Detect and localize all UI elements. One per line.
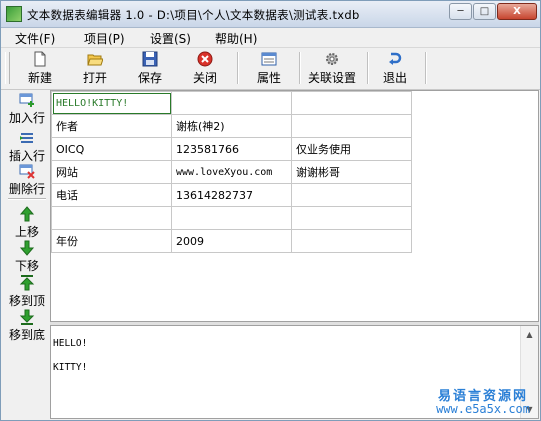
table-cell[interactable]: [171, 91, 292, 115]
insert-row-label: 插入行: [8, 149, 45, 163]
save-button[interactable]: 保存: [130, 50, 170, 86]
editor-line: KITTY!: [53, 362, 88, 373]
menu-file[interactable]: 文件(F): [15, 30, 55, 47]
move-top-button[interactable]: 移到顶: [6, 275, 48, 309]
table-cell[interactable]: HELLO!KITTY!: [51, 91, 172, 115]
arrow-up-icon: [19, 206, 35, 222]
move-up-label: 上移: [14, 225, 39, 239]
toolbar-grip[interactable]: [5, 52, 10, 84]
delete-row-label: 删除行: [8, 182, 45, 196]
window-title: 文本数据表编辑器 1.0 - D:\项目\个人\文本数据表\测试表.txdb: [27, 8, 360, 22]
move-down-button[interactable]: 下移: [6, 240, 48, 274]
exit-label: 退出: [382, 71, 407, 85]
toolbar-separator: [299, 52, 301, 84]
gear-icon: [326, 53, 338, 65]
close-file-button[interactable]: 关闭: [185, 50, 225, 86]
table-row: HELLO!KITTY!: [51, 91, 412, 115]
table-cell[interactable]: [51, 206, 172, 230]
link-settings-label: 关联设置: [307, 71, 356, 85]
exit-button[interactable]: 退出: [375, 50, 415, 86]
arrow-down-icon: [19, 240, 35, 256]
toolbar: 新建 打开 保存 关闭 属性 关联设置 退出: [1, 48, 540, 90]
close-label: 关闭: [192, 71, 217, 85]
table-cell[interactable]: [291, 114, 412, 138]
new-label: 新建: [27, 71, 52, 85]
data-table: HELLO!KITTY! 作者 谢栋(神2) OICQ 123581766 仅业…: [51, 91, 412, 253]
table-cell[interactable]: OICQ: [51, 137, 172, 161]
table-cell[interactable]: 13614282737: [171, 183, 292, 207]
table-cell[interactable]: 网站: [51, 160, 172, 184]
table-row: 作者 谢栋(神2): [51, 114, 412, 138]
table-cell[interactable]: [291, 229, 412, 253]
row-tools-sidebar: 加入行 插入行 删除行 上移 下移 移到顶 移到底: [6, 90, 48, 342]
maximize-button[interactable]: □: [473, 3, 496, 20]
save-label: 保存: [137, 71, 162, 85]
move-down-label: 下移: [14, 259, 39, 273]
link-settings-button[interactable]: 关联设置: [305, 50, 359, 86]
exit-arrow-icon: [389, 52, 402, 65]
properties-button[interactable]: 属性: [249, 50, 289, 86]
menu-settings[interactable]: 设置(S): [150, 30, 191, 47]
scroll-up-arrow-icon[interactable]: ▲: [521, 326, 538, 343]
toolbar-separator: [237, 52, 239, 84]
save-disk-icon: [142, 51, 158, 67]
close-button[interactable]: X: [497, 3, 537, 20]
move-top-label: 移到顶: [8, 294, 45, 308]
minimize-button[interactable]: ─: [449, 3, 472, 20]
add-row-icon: [19, 93, 34, 107]
table-cell[interactable]: 谢谢彬哥: [291, 160, 412, 184]
menu-bar: 文件(F) 项目(P) 设置(S) 帮助(H): [1, 28, 540, 48]
new-button[interactable]: 新建: [20, 50, 60, 86]
move-bottom-label: 移到底: [8, 328, 45, 342]
table-row: 网站 www.loveXyou.com 谢谢彬哥: [51, 160, 412, 184]
app-icon: [6, 6, 22, 22]
delete-row-icon: [19, 164, 35, 179]
menu-project[interactable]: 项目(P): [84, 30, 125, 47]
insert-row-button[interactable]: 插入行: [6, 130, 48, 164]
table-row: 年份 2009: [51, 229, 412, 253]
editor-line: HELLO!: [53, 338, 88, 349]
table-cell[interactable]: 123581766: [171, 137, 292, 161]
new-file-icon: [34, 51, 46, 67]
table-row: 电话 13614282737: [51, 183, 412, 207]
table-cell[interactable]: [291, 183, 412, 207]
open-label: 打开: [82, 71, 107, 85]
data-grid[interactable]: HELLO!KITTY! 作者 谢栋(神2) OICQ 123581766 仅业…: [50, 90, 539, 322]
table-cell[interactable]: [171, 206, 292, 230]
table-cell[interactable]: www.loveXyou.com: [171, 160, 292, 184]
table-cell[interactable]: [291, 91, 412, 115]
add-row-label: 加入行: [8, 111, 45, 125]
arrow-to-top-icon: [19, 275, 35, 291]
move-bottom-button[interactable]: 移到底: [6, 309, 48, 343]
title-bar[interactable]: 文本数据表编辑器 1.0 - D:\项目\个人\文本数据表\测试表.txdb ─…: [1, 1, 540, 28]
table-cell[interactable]: 作者: [51, 114, 172, 138]
close-circle-icon: [197, 51, 213, 67]
open-folder-icon: [87, 54, 103, 66]
menu-help[interactable]: 帮助(H): [215, 30, 257, 47]
insert-row-icon: [20, 133, 33, 143]
move-up-button[interactable]: 上移: [6, 206, 48, 240]
table-cell[interactable]: 电话: [51, 183, 172, 207]
toolbar-separator: [425, 52, 427, 84]
watermark-url: www.e5a5x.com: [436, 402, 530, 416]
toolbar-separator: [367, 52, 369, 84]
open-button[interactable]: 打开: [75, 50, 115, 86]
add-row-button[interactable]: 加入行: [6, 92, 48, 126]
table-cell[interactable]: 年份: [51, 229, 172, 253]
table-row: [51, 206, 412, 230]
delete-row-button[interactable]: 删除行: [6, 163, 48, 197]
properties-window-icon: [261, 52, 277, 66]
sidebar-separator: [8, 198, 46, 200]
app-window: 文本数据表编辑器 1.0 - D:\项目\个人\文本数据表\测试表.txdb ─…: [0, 0, 541, 421]
table-cell[interactable]: 2009: [171, 229, 292, 253]
arrow-to-bottom-icon: [19, 309, 35, 325]
table-cell[interactable]: 仅业务使用: [291, 137, 412, 161]
table-row: OICQ 123581766 仅业务使用: [51, 137, 412, 161]
properties-label: 属性: [256, 71, 281, 85]
table-cell[interactable]: 谢栋(神2): [171, 114, 292, 138]
table-cell[interactable]: [291, 206, 412, 230]
